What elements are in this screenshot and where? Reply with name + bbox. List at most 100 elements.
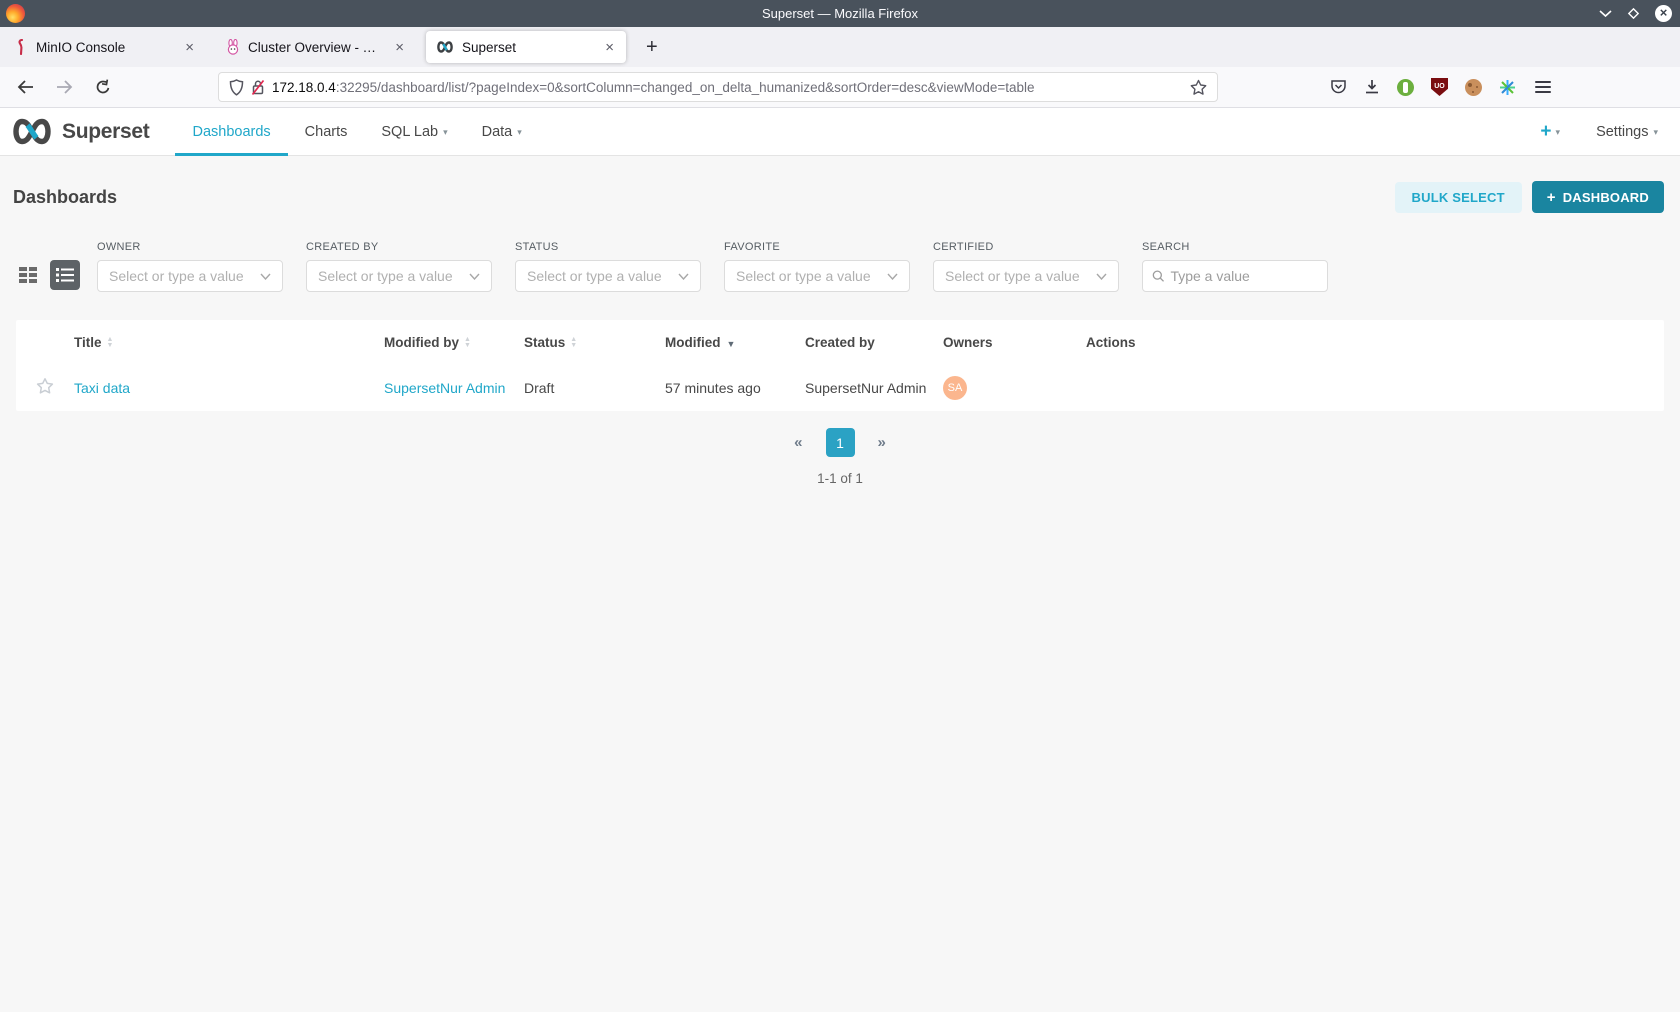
pagination-summary: 1-1 of 1: [0, 471, 1680, 486]
owner-select[interactable]: Select or type a value: [97, 260, 283, 292]
filter-bar: OWNER Select or type a value CREATED BY …: [0, 223, 1680, 292]
nav-item-dashboards[interactable]: Dashboards: [175, 108, 287, 155]
chevron-down-icon: ▾: [1653, 127, 1658, 138]
dashboards-page: Dashboards BULK SELECT + DASHBOARD: [0, 156, 1680, 486]
brand-name: Superset: [62, 120, 149, 144]
new-item-button[interactable]: + ▾: [1540, 122, 1560, 141]
url-path: :32295/dashboard/list/?pageIndex=0&sortC…: [336, 80, 1035, 95]
containers-extension-icon[interactable]: [1499, 79, 1516, 96]
column-label: Modified by: [384, 335, 459, 350]
certified-select[interactable]: Select or type a value: [933, 260, 1119, 292]
select-placeholder: Select or type a value: [109, 268, 260, 284]
filter-label: STATUS: [515, 241, 701, 253]
superset-navbar: Superset Dashboards Charts SQL Lab ▾ Dat…: [0, 108, 1680, 156]
plus-icon: +: [1547, 189, 1556, 206]
nav-item-data[interactable]: Data ▾: [465, 108, 539, 155]
forward-icon[interactable]: [45, 80, 84, 94]
nav-item-charts[interactable]: Charts: [288, 108, 365, 155]
nav-label: Charts: [305, 124, 348, 140]
prev-page-button[interactable]: «: [794, 434, 802, 451]
created-by-cell: SupersetNur Admin: [805, 364, 943, 411]
url-text[interactable]: 172.18.0.4:32295/dashboard/list/?pageInd…: [272, 80, 1183, 95]
column-label: Title: [74, 335, 102, 350]
url-bar[interactable]: 172.18.0.4:32295/dashboard/list/?pageInd…: [218, 72, 1218, 102]
dashboards-table: Title▲▼ Modified by▲▼ Status▲▼ Modified▼…: [16, 320, 1664, 411]
column-header-title[interactable]: Title ▲▼: [74, 320, 384, 364]
filter-certified: CERTIFIED Select or type a value: [933, 241, 1119, 292]
dashboard-title-link[interactable]: Taxi data: [74, 380, 130, 396]
bulk-select-button[interactable]: BULK SELECT: [1395, 182, 1522, 213]
tab-close-icon[interactable]: ×: [391, 39, 408, 56]
favorite-select[interactable]: Select or type a value: [724, 260, 910, 292]
url-host: 172.18.0.4: [272, 80, 336, 95]
owner-avatar[interactable]: SA: [943, 376, 967, 400]
nav-item-sql-lab[interactable]: SQL Lab ▾: [364, 108, 464, 155]
modified-by-link[interactable]: SupersetNur Admin: [384, 380, 505, 396]
superset-logo[interactable]: Superset: [0, 108, 161, 155]
search-input[interactable]: [1170, 268, 1318, 284]
settings-label: Settings: [1596, 124, 1648, 140]
filter-owner: OWNER Select or type a value: [97, 241, 283, 292]
tab-close-icon[interactable]: ×: [601, 39, 618, 56]
sort-icon: ▲▼: [570, 337, 577, 349]
filter-favorite: FAVORITE Select or type a value: [724, 241, 910, 292]
insecure-lock-icon[interactable]: [251, 79, 265, 96]
status-cell: Draft: [524, 364, 665, 411]
tab-superset[interactable]: Superset ×: [426, 31, 626, 63]
superset-icon: [436, 41, 454, 53]
tab-cluster-overview-trino[interactable]: Cluster Overview - Trino ×: [216, 31, 416, 63]
chevron-down-icon: [469, 273, 480, 280]
sort-icon: ▲▼: [107, 337, 114, 349]
menu-icon[interactable]: [1533, 79, 1553, 95]
tab-label: Cluster Overview - Trino: [248, 40, 383, 55]
filter-label: OWNER: [97, 241, 283, 253]
new-dashboard-label: DASHBOARD: [1563, 190, 1649, 205]
card-view-icon[interactable]: [16, 263, 40, 287]
chevron-down-icon: [678, 273, 689, 280]
column-header-status[interactable]: Status▲▼: [524, 320, 665, 364]
window-titlebar: Superset — Mozilla Firefox ×: [0, 0, 1680, 27]
downloads-icon[interactable]: [1364, 79, 1380, 95]
cookie-extension-icon[interactable]: [1465, 79, 1482, 96]
chevron-down-icon: [887, 273, 898, 280]
status-select[interactable]: Select or type a value: [515, 260, 701, 292]
new-tab-button[interactable]: +: [636, 36, 668, 59]
back-icon[interactable]: [6, 80, 45, 94]
window-minimize-icon[interactable]: [1599, 9, 1612, 18]
ublock-origin-icon[interactable]: UO: [1431, 78, 1448, 96]
pocket-icon[interactable]: [1330, 79, 1347, 95]
filter-label: FAVORITE: [724, 241, 910, 253]
settings-menu[interactable]: Settings ▾: [1596, 124, 1658, 140]
page-1-button[interactable]: 1: [826, 428, 855, 457]
tab-close-icon[interactable]: ×: [181, 39, 198, 56]
tab-bar: MinIO Console × Cluster Overview - Trino…: [0, 27, 1680, 67]
select-placeholder: Select or type a value: [318, 268, 469, 284]
minio-icon: [16, 39, 28, 55]
column-header-modified[interactable]: Modified▼: [665, 320, 805, 364]
next-page-button[interactable]: »: [878, 434, 886, 451]
new-dashboard-button[interactable]: + DASHBOARD: [1532, 181, 1664, 213]
select-placeholder: Select or type a value: [945, 268, 1096, 284]
list-view-icon[interactable]: [50, 260, 80, 290]
column-header-created-by: Created by: [805, 320, 943, 364]
column-label: Actions: [1086, 335, 1136, 350]
window-maximize-icon[interactable]: [1627, 7, 1640, 20]
privacy-extension-icon[interactable]: [1397, 79, 1414, 96]
column-label: Created by: [805, 335, 875, 350]
tab-minio-console[interactable]: MinIO Console ×: [6, 31, 206, 63]
column-header-modified-by[interactable]: Modified by▲▼: [384, 320, 524, 364]
column-header-owners: Owners: [943, 320, 1086, 364]
favorite-star-icon[interactable]: [36, 377, 54, 395]
search-icon: [1152, 269, 1164, 283]
filter-label: SEARCH: [1142, 241, 1328, 253]
pagination: « 1 »: [0, 428, 1680, 457]
shield-icon[interactable]: [229, 79, 244, 96]
bookmark-star-icon[interactable]: [1190, 79, 1207, 96]
reload-icon[interactable]: [84, 79, 122, 95]
created-by-select[interactable]: Select or type a value: [306, 260, 492, 292]
filter-label: CREATED BY: [306, 241, 492, 253]
column-header-actions: Actions: [1086, 320, 1664, 364]
window-close-button[interactable]: ×: [1655, 5, 1672, 22]
tab-label: MinIO Console: [36, 40, 173, 55]
select-placeholder: Select or type a value: [736, 268, 887, 284]
